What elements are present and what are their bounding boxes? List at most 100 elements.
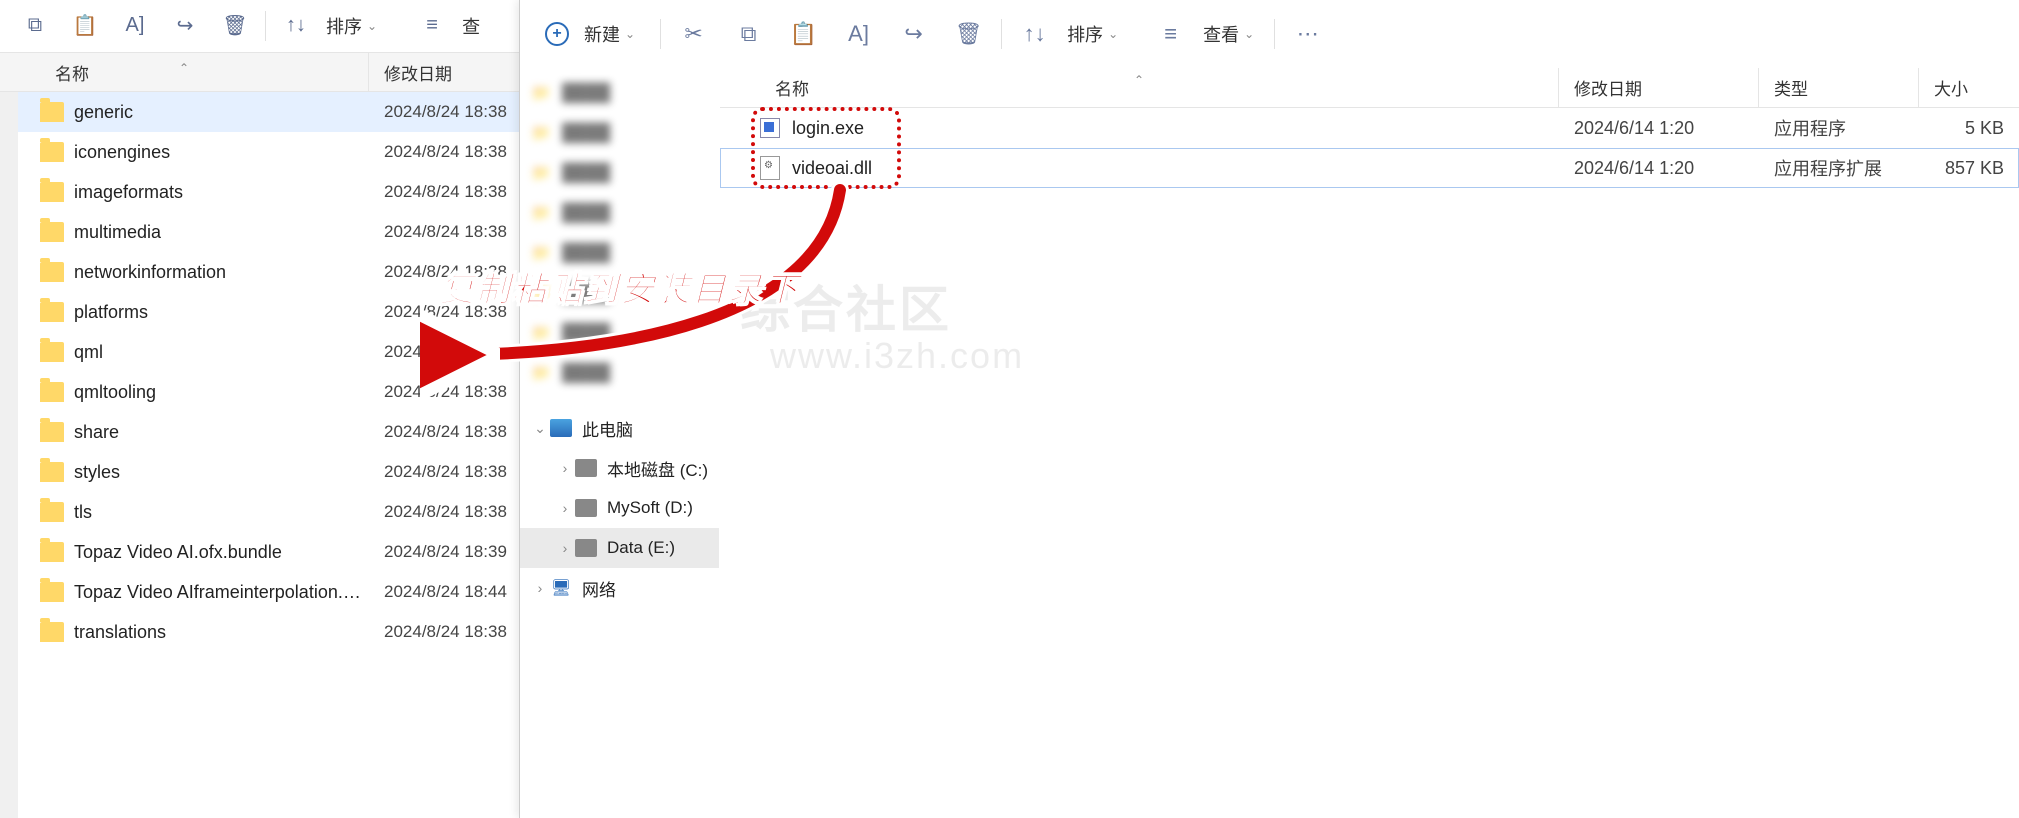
cut-icon[interactable]: ✂ [666,14,721,54]
folder-icon [40,182,64,202]
file-name-cell: videoai.dll [720,156,1559,180]
rename-icon[interactable]: A] [110,6,160,46]
file-date: 2024/8/24 18:38 [369,182,519,202]
sort-label[interactable]: 排序 [326,13,362,39]
file-size: 5 KB [1919,118,2019,139]
copy-icon[interactable]: ⧉ [721,14,776,54]
file-name: tls [74,502,369,523]
new-button[interactable]: + 新建 ⌄ [535,16,645,52]
chevron-right-icon: › [555,460,575,476]
column-size[interactable]: 大小 [1919,68,2019,107]
folder-row[interactable]: platforms2024/8/24 18:38 [0,292,519,332]
right-explorer-window: + 新建 ⌄ ✂ ⧉ 📋 A] ↪ 🗑 ↑↓ 排序 ⌄ ≡ 查看 ⌄ ⋯ 📁██… [519,0,2019,818]
folder-row[interactable]: Topaz Video AIframeinterpolation.ofx...2… [0,572,519,612]
nav-label: 网络 [582,576,616,601]
nav-item-blurred[interactable]: 📁████ [520,273,719,313]
column-type[interactable]: 类型 [1759,68,1919,107]
folder-icon [40,302,64,322]
nav-panel: 📁████ 📁████ 📁████ 📁████ 📁████ 📁████ 📁███… [520,68,720,818]
nav-drive-e[interactable]: › Data (E:) [520,528,719,568]
folder-icon [40,462,64,482]
sort-up-icon: ⌃ [179,61,189,75]
file-name: generic [74,102,369,123]
view-label[interactable]: 查看 [1203,21,1239,47]
file-size: 857 KB [1919,158,2019,179]
file-name: Topaz Video AI.ofx.bundle [74,542,369,563]
folder-row[interactable]: iconengines2024/8/24 18:38 [0,132,519,172]
column-date[interactable]: 修改日期 [369,53,519,91]
folder-row[interactable]: Topaz Video AI.ofx.bundle2024/8/24 18:39 [0,532,519,572]
file-date: 2024/6/14 1:20 [1559,118,1759,139]
file-date: 2024/8/24 18:39 [369,542,519,562]
view-label[interactable]: 查 [462,13,480,39]
more-icon[interactable]: ⋯ [1280,14,1335,54]
folder-row[interactable]: tls2024/8/24 18:38 [0,492,519,532]
left-explorer-window: ⧉ 📋 A] ↪ 🗑 ↑↓ 排序 ⌄ ≡ 查 名称 ⌃ 修改日期 generic… [0,0,519,818]
share-icon[interactable]: ↪ [160,6,210,46]
new-label: 新建 [584,21,620,47]
folder-icon [40,582,64,602]
view-lines-icon[interactable]: ≡ [407,6,457,46]
column-name[interactable]: 名称 ⌃ [720,68,1559,107]
share-icon[interactable]: ↪ [886,14,941,54]
column-date[interactable]: 修改日期 [1559,68,1759,107]
nav-network[interactable]: › 🖥 网络 [520,568,719,608]
nav-item-blurred[interactable]: 📁████ [520,113,719,153]
nav-drive-d[interactable]: › MySoft (D:) [520,488,719,528]
file-name: share [74,422,369,443]
folder-row[interactable]: translations2024/8/24 18:38 [0,612,519,652]
sort-icon[interactable]: ↑↓ [271,6,321,46]
folder-row[interactable]: multimedia2024/8/24 18:38 [0,212,519,252]
folder-row[interactable]: share2024/8/24 18:38 [0,412,519,452]
delete-icon[interactable]: 🗑 [210,6,260,46]
folder-row[interactable]: qmltooling2024/8/24 18:38 [0,372,519,412]
rename-icon[interactable]: A] [831,14,886,54]
nav-item-blurred[interactable]: 📁████ [520,313,719,353]
file-date: 2024/8/24 18:44 [369,582,519,602]
nav-this-pc[interactable]: ⌄ 此电脑 [520,408,719,448]
nav-item-blurred[interactable]: 📁████ [520,233,719,273]
folder-icon [40,222,64,242]
left-column-header: 名称 ⌃ 修改日期 [0,52,519,92]
file-name: translations [74,622,369,643]
column-name[interactable]: 名称 ⌃ [0,53,369,91]
file-name: qmltooling [74,382,369,403]
left-file-list: generic2024/8/24 18:38iconengines2024/8/… [0,92,519,652]
nav-item-blurred[interactable]: 📁████ [520,73,719,113]
dll-icon [760,156,780,180]
left-scrollbar[interactable] [0,92,18,818]
file-name: multimedia [74,222,369,243]
delete-icon[interactable]: 🗑 [941,14,996,54]
column-date-label: 修改日期 [1574,75,1642,100]
nav-item-blurred[interactable]: 📁████ [520,153,719,193]
file-name: imageformats [74,182,369,203]
sort-icon[interactable]: ↑↓ [1007,14,1062,54]
file-row[interactable]: videoai.dll2024/6/14 1:20应用程序扩展857 KB [720,148,2019,188]
right-toolbar: + 新建 ⌄ ✂ ⧉ 📋 A] ↪ 🗑 ↑↓ 排序 ⌄ ≡ 查看 ⌄ ⋯ [520,0,2019,68]
computer-icon [550,419,572,437]
file-name: login.exe [792,118,864,139]
paste-icon[interactable]: 📋 [60,6,110,46]
file-date: 2024/8/24 18:38 [369,302,519,322]
nav-item-blurred[interactable]: 📁████ [520,353,719,393]
folder-icon [40,502,64,522]
copy-icon[interactable]: ⧉ [10,6,60,46]
file-date: 2024/8/24 18:38 [369,222,519,242]
nav-item-blurred[interactable]: 📁████ [520,193,719,233]
folder-row[interactable]: styles2024/8/24 18:38 [0,452,519,492]
folder-row[interactable]: imageformats2024/8/24 18:38 [0,172,519,212]
nav-label: 此电脑 [582,416,633,441]
nav-drive-c[interactable]: › 本地磁盘 (C:) [520,448,719,488]
disk-icon [575,539,597,557]
file-row[interactable]: login.exe2024/6/14 1:20应用程序5 KB [720,108,2019,148]
column-name-label: 名称 [775,75,809,100]
paste-icon[interactable]: 📋 [776,14,831,54]
file-name: iconengines [74,142,369,163]
folder-row[interactable]: generic2024/8/24 18:38 [0,92,519,132]
folder-row[interactable]: qml2024/ [0,332,519,372]
sort-label[interactable]: 排序 [1067,21,1103,47]
folder-row[interactable]: networkinformation2024/8/24 18:38 [0,252,519,292]
sort-up-icon: ⌃ [1134,73,1144,87]
view-lines-icon[interactable]: ≡ [1143,14,1198,54]
file-date: 2024/ [369,342,519,362]
